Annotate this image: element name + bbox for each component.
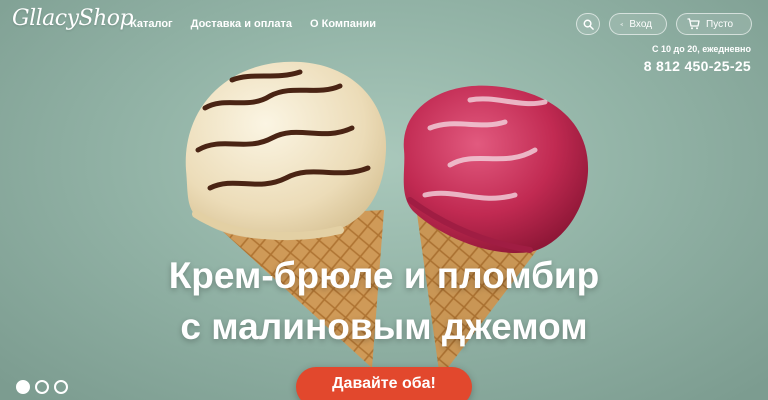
slide-dot-2[interactable] [35, 380, 49, 394]
order-both-button[interactable]: Давайте оба! [296, 367, 472, 400]
slider-pagination [16, 380, 68, 394]
slide-dot-1[interactable] [16, 380, 30, 394]
slide-dot-3[interactable] [54, 380, 68, 394]
hero-title-line1: Крем-брюле и пломбир [168, 255, 600, 296]
hero-title-line2: с малиновым джемом [180, 306, 588, 347]
